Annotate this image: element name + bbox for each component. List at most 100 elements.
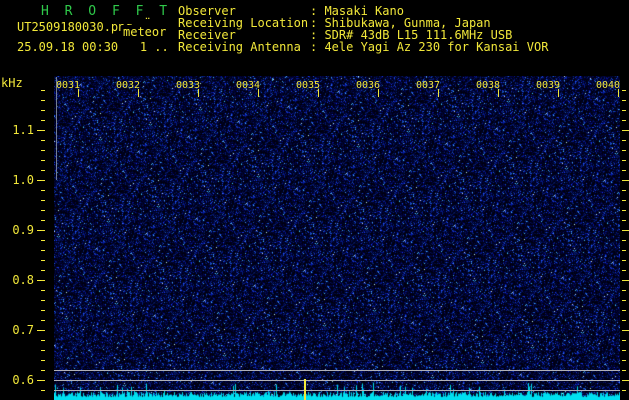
tick-mark <box>37 380 45 381</box>
tick-mark <box>41 220 45 221</box>
tick-mark <box>41 320 45 321</box>
tick-mark <box>622 380 629 381</box>
tick-mark <box>622 90 626 91</box>
tick-mark <box>37 230 45 231</box>
info-row-antenna: Receiving Antenna: 4ele Yagi Az 230 for … <box>178 41 548 53</box>
tick-mark <box>622 350 626 351</box>
tick-mark <box>41 260 45 261</box>
freq-label: 1.0 <box>12 173 34 187</box>
tick-mark <box>37 180 45 181</box>
tick-mark <box>622 390 626 391</box>
freq-label: 0.6 <box>12 373 34 387</box>
tick-mark <box>622 190 626 191</box>
info-label: Receiving Antenna <box>178 40 301 54</box>
filename-label: UT2509180030.png <box>17 20 133 34</box>
tick-mark <box>622 260 626 261</box>
tick-mark <box>622 130 629 131</box>
time-label: 0033 <box>176 80 201 91</box>
tick-mark <box>622 300 626 301</box>
time-label: 0040 <box>596 80 621 91</box>
tick-mark <box>622 310 626 311</box>
tick-mark <box>41 340 45 341</box>
freq-label: 0.9 <box>12 223 34 237</box>
tick-mark <box>622 360 626 361</box>
tick-mark <box>138 89 139 97</box>
tick-mark <box>41 170 45 171</box>
tick-mark <box>41 270 45 271</box>
tick-mark <box>78 89 79 97</box>
tick-mark <box>622 210 626 211</box>
tick-mark <box>622 290 626 291</box>
tick-mark <box>622 150 626 151</box>
tick-mark <box>41 390 45 391</box>
tick-mark <box>622 280 629 281</box>
tick-mark <box>198 89 199 97</box>
tick-mark <box>622 220 626 221</box>
tick-mark <box>41 370 45 371</box>
tick-mark <box>41 350 45 351</box>
tick-mark <box>622 160 626 161</box>
time-label: 0038 <box>476 80 501 91</box>
reference-line <box>54 370 620 371</box>
freq-label: 1.1 <box>12 123 34 137</box>
tick-mark <box>622 120 626 121</box>
left-edge-line <box>56 77 57 180</box>
tick-mark <box>41 310 45 311</box>
time-label: 0034 <box>236 80 261 91</box>
tick-mark <box>622 200 626 201</box>
tick-mark <box>378 89 379 97</box>
hrofft-window: H R O F F T UT2509180030.png ¨ meteor 25… <box>0 0 629 400</box>
info-value: 4ele Yagi Az 230 for Kansai VOR <box>324 40 549 54</box>
tick-mark <box>622 110 626 111</box>
tick-mark <box>37 280 45 281</box>
tick-mark <box>622 140 626 141</box>
tick-mark <box>622 100 626 101</box>
spectrogram-canvas <box>54 76 620 400</box>
tick-mark <box>622 330 629 331</box>
tick-mark <box>622 230 629 231</box>
tick-mark <box>41 200 45 201</box>
tick-mark <box>41 240 45 241</box>
tick-mark <box>438 89 439 97</box>
datetime-line: 25.09.18 00:30 1 .. <box>17 40 169 54</box>
time-label: 0037 <box>416 80 441 91</box>
tick-mark <box>41 90 45 91</box>
tick-mark <box>622 340 626 341</box>
tick-mark <box>258 89 259 97</box>
tick-mark <box>622 370 626 371</box>
tick-mark <box>622 170 626 171</box>
tick-mark <box>37 130 45 131</box>
time-label: 0031 <box>56 80 81 91</box>
tick-mark <box>622 320 626 321</box>
time-label: 0039 <box>536 80 561 91</box>
info-colon: : <box>310 40 325 54</box>
time-label: 0032 <box>116 80 141 91</box>
tick-mark <box>618 89 619 97</box>
freq-label: 0.8 <box>12 273 34 287</box>
tick-mark <box>622 270 626 271</box>
tick-mark <box>41 210 45 211</box>
level-strip-marker <box>304 379 306 400</box>
tick-mark <box>498 89 499 97</box>
tick-mark <box>622 180 629 181</box>
tick-mark <box>37 330 45 331</box>
time-label: 0035 <box>296 80 321 91</box>
freq-axis-unit: kHz <box>1 76 23 90</box>
tick-mark <box>41 190 45 191</box>
tick-mark <box>41 100 45 101</box>
tick-mark <box>41 160 45 161</box>
station-label: meteor <box>122 25 168 39</box>
tick-mark <box>558 89 559 97</box>
freq-label: 0.7 <box>12 323 34 337</box>
tick-mark <box>41 150 45 151</box>
tick-mark <box>41 360 45 361</box>
tick-mark <box>41 250 45 251</box>
app-title: H R O F F T <box>41 4 172 19</box>
time-label: 0036 <box>356 80 381 91</box>
tick-mark <box>622 250 626 251</box>
tick-mark <box>41 140 45 141</box>
reference-line <box>54 380 620 381</box>
tick-mark <box>41 290 45 291</box>
tick-mark <box>41 110 45 111</box>
tick-mark <box>41 120 45 121</box>
